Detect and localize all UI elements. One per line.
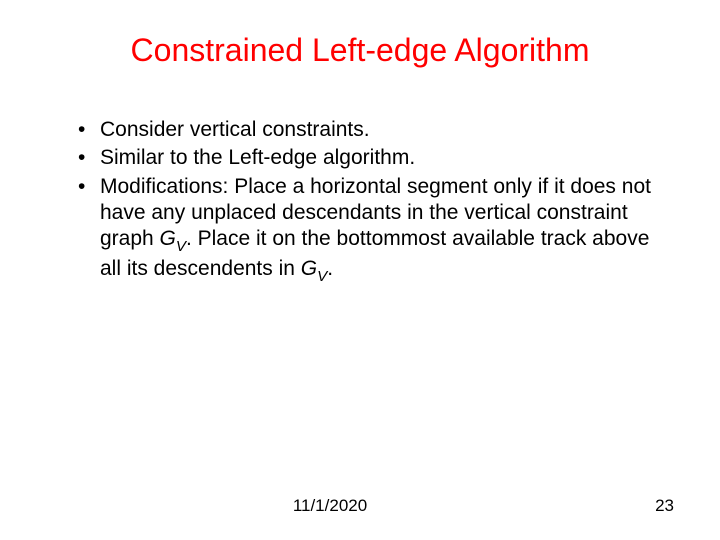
bullet-text-2: Similar to the Left-edge algorithm. (100, 146, 415, 169)
symbol-gv-v-1: V (176, 238, 186, 255)
bullet-text-1: Consider vertical constraints. (100, 118, 370, 141)
bullet-item-2: Similar to the Left-edge algorithm. (78, 145, 660, 171)
bullet-item-1: Consider vertical constraints. (78, 117, 660, 143)
bullet-text-3c: . (327, 257, 333, 280)
bullet-item-3: Modifications: Place a horizontal segmen… (78, 174, 660, 287)
slide: Constrained Left-edge Algorithm Consider… (0, 0, 720, 540)
symbol-gv-g-2: G (301, 257, 317, 280)
symbol-gv-v-2: V (317, 268, 327, 285)
bullet-list: Consider vertical constraints. Similar t… (60, 117, 660, 286)
slide-footer: 11/1/2020 23 (0, 496, 720, 516)
footer-date: 11/1/2020 (0, 496, 660, 516)
slide-title: Constrained Left-edge Algorithm (60, 32, 660, 69)
footer-page-number: 23 (655, 496, 674, 516)
symbol-gv-g-1: G (160, 227, 176, 250)
